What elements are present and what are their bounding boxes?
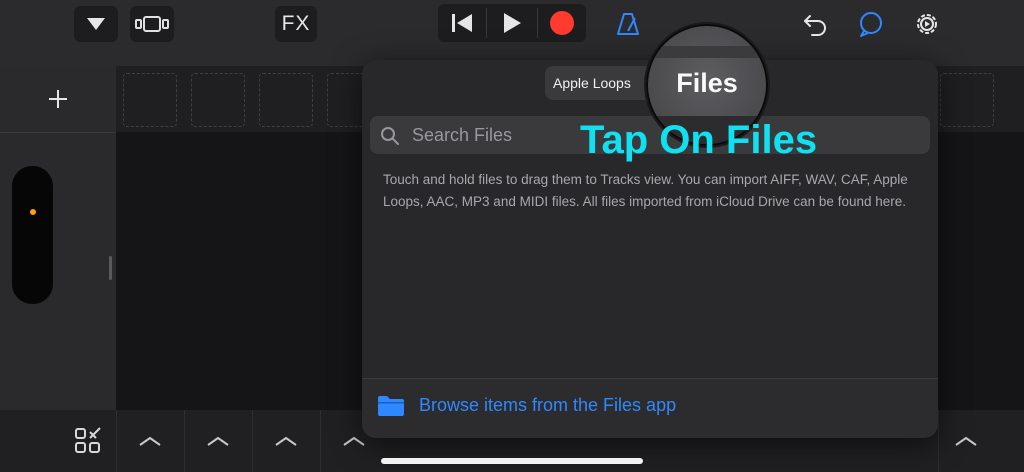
undo-button[interactable] (800, 6, 830, 42)
settings-icon (917, 14, 937, 34)
empty-cell[interactable] (259, 73, 313, 127)
rewind-icon (452, 14, 472, 32)
magnifier-edge (648, 46, 766, 58)
smart-controls-button[interactable] (68, 410, 108, 472)
track-header-panel (0, 66, 116, 410)
settings-button[interactable] (912, 6, 942, 42)
metronome-button[interactable] (610, 6, 646, 42)
divider (252, 410, 253, 472)
rewind-button[interactable] (438, 4, 486, 42)
fx-button[interactable]: FX (275, 6, 317, 42)
chevron-up-icon (955, 436, 977, 446)
record-icon (550, 11, 574, 35)
play-icon (504, 13, 521, 33)
folder-icon (378, 396, 404, 416)
home-indicator[interactable] (381, 458, 643, 464)
divider (320, 410, 321, 472)
empty-cell[interactable] (191, 73, 245, 127)
track-view-icon (135, 16, 169, 32)
dropdown-button[interactable] (74, 6, 118, 42)
chevron-up-icon (275, 436, 297, 446)
add-track-button[interactable] (0, 66, 116, 133)
divider (116, 410, 117, 472)
dropdown-arrow-icon (87, 18, 105, 30)
browse-files-label: Browse items from the Files app (419, 395, 677, 415)
empty-cell[interactable] (123, 73, 177, 127)
loop-browser-icon (860, 12, 882, 37)
browse-files-app-button[interactable]: Browse items from the Files app (362, 378, 938, 438)
tutorial-annotation: Tap On Files (580, 118, 818, 162)
play-button[interactable] (488, 4, 536, 42)
tab-files[interactable]: Files (648, 68, 766, 99)
expand-button[interactable] (266, 410, 306, 472)
tab-apple-loops[interactable]: Apple Loops (553, 66, 631, 100)
expand-button[interactable] (130, 410, 170, 472)
divider (938, 410, 939, 472)
chevron-up-icon (139, 436, 161, 446)
track-view-button[interactable] (130, 6, 174, 42)
resize-handle[interactable] (109, 256, 112, 280)
undo-icon (804, 15, 826, 36)
empty-cell[interactable] (940, 73, 994, 127)
transport-divider (486, 8, 487, 38)
top-toolbar: FX (0, 0, 1024, 66)
expand-button[interactable] (198, 410, 238, 472)
track-indicator-dot (30, 209, 36, 215)
metronome-icon (617, 13, 639, 35)
chevron-up-icon (207, 436, 229, 446)
import-help-text: Touch and hold files to drag them to Tra… (383, 172, 908, 209)
smart-controls-icon (75, 427, 101, 453)
search-placeholder: Search Files (412, 125, 513, 145)
divider (184, 410, 185, 472)
loop-browser-button[interactable] (855, 6, 887, 42)
plus-icon (49, 90, 67, 108)
track-icon[interactable] (12, 166, 53, 304)
expand-button[interactable] (946, 410, 986, 472)
record-button[interactable] (538, 4, 586, 42)
fx-label: FX (281, 12, 311, 35)
transport-controls (438, 4, 586, 42)
search-icon (381, 127, 399, 145)
